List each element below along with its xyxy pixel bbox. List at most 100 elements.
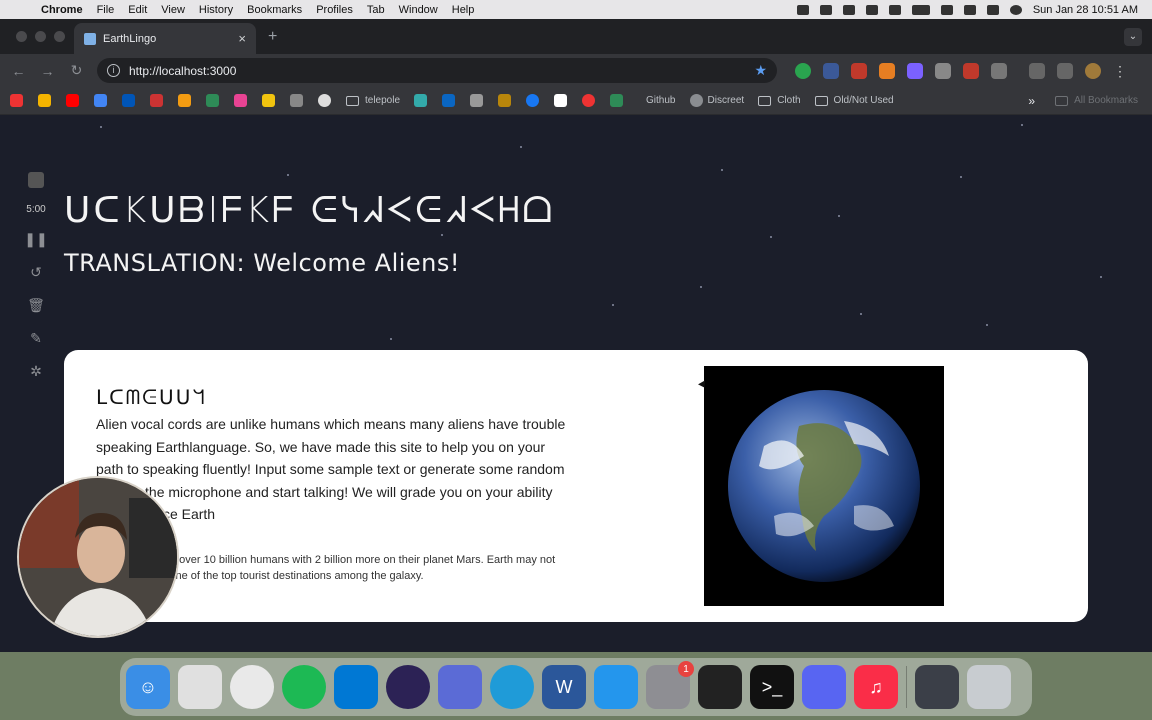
extensions-puzzle-icon[interactable] [991,62,1007,79]
bookmark-youtube-icon[interactable] [66,94,79,107]
close-tab-icon[interactable]: × [238,31,246,46]
download-icon[interactable] [1029,62,1045,79]
tab-earthlingo[interactable]: EarthLingo × [74,23,256,54]
ublock-icon[interactable] [851,62,867,79]
bookmark-discreet[interactable]: Discreet [689,94,744,107]
bookmark-drive-icon[interactable] [38,94,51,107]
bookmark-ubc-icon[interactable] [122,94,135,107]
close-window-button[interactable] [16,31,27,42]
bookmark-green-icon[interactable] [206,94,219,107]
menu-file[interactable]: File [90,4,122,16]
bookmark-gmail-icon[interactable] [10,94,23,107]
bookmark-linkedin-icon[interactable] [442,94,456,107]
bookmark-teal-icon[interactable] [414,94,428,107]
play-icon[interactable] [888,4,901,15]
forward-arrow-icon[interactable]: → [33,63,62,79]
clock[interactable]: Sun Jan 28 10:51 AM [1033,4,1138,16]
new-tab-button[interactable]: + [268,28,277,46]
address-bar[interactable]: i http://localhost:3000 ★ [97,58,777,83]
bookmark-old-not-used[interactable]: Old/Not Used [814,95,894,106]
bookmark-github[interactable]: Github [646,95,675,106]
settings-icon[interactable]: 1 [646,661,694,709]
profile-avatar[interactable] [1085,62,1101,79]
bookmark-pink-icon[interactable] [234,94,247,107]
tab-search-chevron-icon[interactable]: ⌄ [1124,27,1142,46]
trash-icon[interactable] [967,665,1011,709]
site-info-icon[interactable]: i [107,64,120,77]
bookmark-star-icon[interactable]: ★ [754,62,767,79]
effects-icon[interactable]: ✲ [30,363,42,380]
network-icon[interactable] [865,4,878,15]
bookmark-facebook-icon[interactable] [526,94,540,107]
star-dot [100,126,102,128]
bookmark-arrow-icon[interactable] [498,94,512,107]
discord-icon[interactable] [802,665,846,709]
restart-icon[interactable]: ↺ [30,264,42,281]
stop-record-button[interactable] [28,172,44,188]
side-panel-icon[interactable] [1057,62,1073,79]
menu-edit[interactable]: Edit [121,4,154,16]
bookmark-tree-icon[interactable] [610,94,624,107]
terminal-icon[interactable]: >_ [750,665,794,709]
docker-status-icon[interactable] [819,4,832,15]
extension-purple-icon[interactable] [907,62,923,79]
menu-help[interactable]: Help [445,4,482,16]
finder-icon[interactable]: ☺ [126,665,170,709]
back-arrow-icon[interactable]: ← [4,63,33,79]
search-icon[interactable] [963,4,976,15]
extension-shield-icon[interactable] [823,62,839,79]
chrome-icon[interactable] [230,665,274,709]
pause-icon[interactable]: ❚❚ [24,231,47,248]
bookmark-hand-icon[interactable] [178,94,191,107]
bookmark-calendar-icon[interactable] [94,94,107,107]
menu-profiles[interactable]: Profiles [309,4,360,16]
star-dot [287,174,289,176]
bookmark-cloth[interactable]: Cloth [758,95,801,106]
menu-history[interactable]: History [192,4,240,16]
bookmark-ubc2-icon[interactable] [150,94,163,107]
more-bookmarks-chevron-icon[interactable]: » [1028,94,1035,108]
launchpad-icon[interactable] [178,665,222,709]
activity-monitor-icon[interactable] [698,665,742,709]
battery-icon[interactable] [911,4,930,15]
bookmark-grid-icon[interactable] [470,94,484,107]
all-bookmarks[interactable]: All Bookmarks [1055,95,1138,106]
tableplus-icon[interactable] [438,665,482,709]
dock-separator [906,666,907,708]
bluetooth-icon[interactable] [842,4,855,15]
bookmark-pin-icon[interactable] [290,94,303,107]
extension-red-icon[interactable] [963,62,979,79]
color-picker-icon[interactable] [879,62,895,79]
music-icon[interactable]: ♫ [854,665,898,709]
siri-icon[interactable] [1009,4,1022,15]
trash-icon[interactable]: 🗑 [27,297,45,314]
bookmark-red-circle-icon[interactable] [582,94,596,107]
bookmark-google-icon[interactable] [318,94,331,107]
minimize-window-button[interactable] [35,31,46,42]
extension-edit-icon[interactable] [935,62,951,79]
menu-tab[interactable]: Tab [360,4,392,16]
bookmark-amazon-icon[interactable] [554,94,568,107]
gear-status-icon[interactable] [796,4,809,15]
wifi-icon[interactable] [940,4,953,15]
pencil-icon[interactable]: ✎ [30,330,42,347]
edge-icon[interactable] [490,665,534,709]
menu-bookmarks[interactable]: Bookmarks [240,4,309,16]
more-menu-icon[interactable]: ⋮ [1113,63,1127,79]
eclipse-icon[interactable] [386,665,430,709]
spotify-icon[interactable] [282,665,326,709]
bookmark-triangle-icon[interactable] [262,94,275,107]
bookmark-telepole[interactable]: telepole [346,95,400,106]
address-url[interactable]: http://localhost:3000 [129,64,754,78]
zoom-window-button[interactable] [54,31,65,42]
menu-app-name[interactable]: Chrome [34,4,90,16]
vscode-icon[interactable] [334,665,378,709]
control-center-icon[interactable] [986,4,999,15]
docker-icon[interactable] [594,665,638,709]
preview-icon[interactable] [915,665,959,709]
word-icon[interactable]: W [542,665,586,709]
menu-window[interactable]: Window [392,4,445,16]
grammarly-icon[interactable] [795,62,811,79]
menu-view[interactable]: View [154,4,192,16]
reload-icon[interactable]: ↻ [62,62,91,79]
